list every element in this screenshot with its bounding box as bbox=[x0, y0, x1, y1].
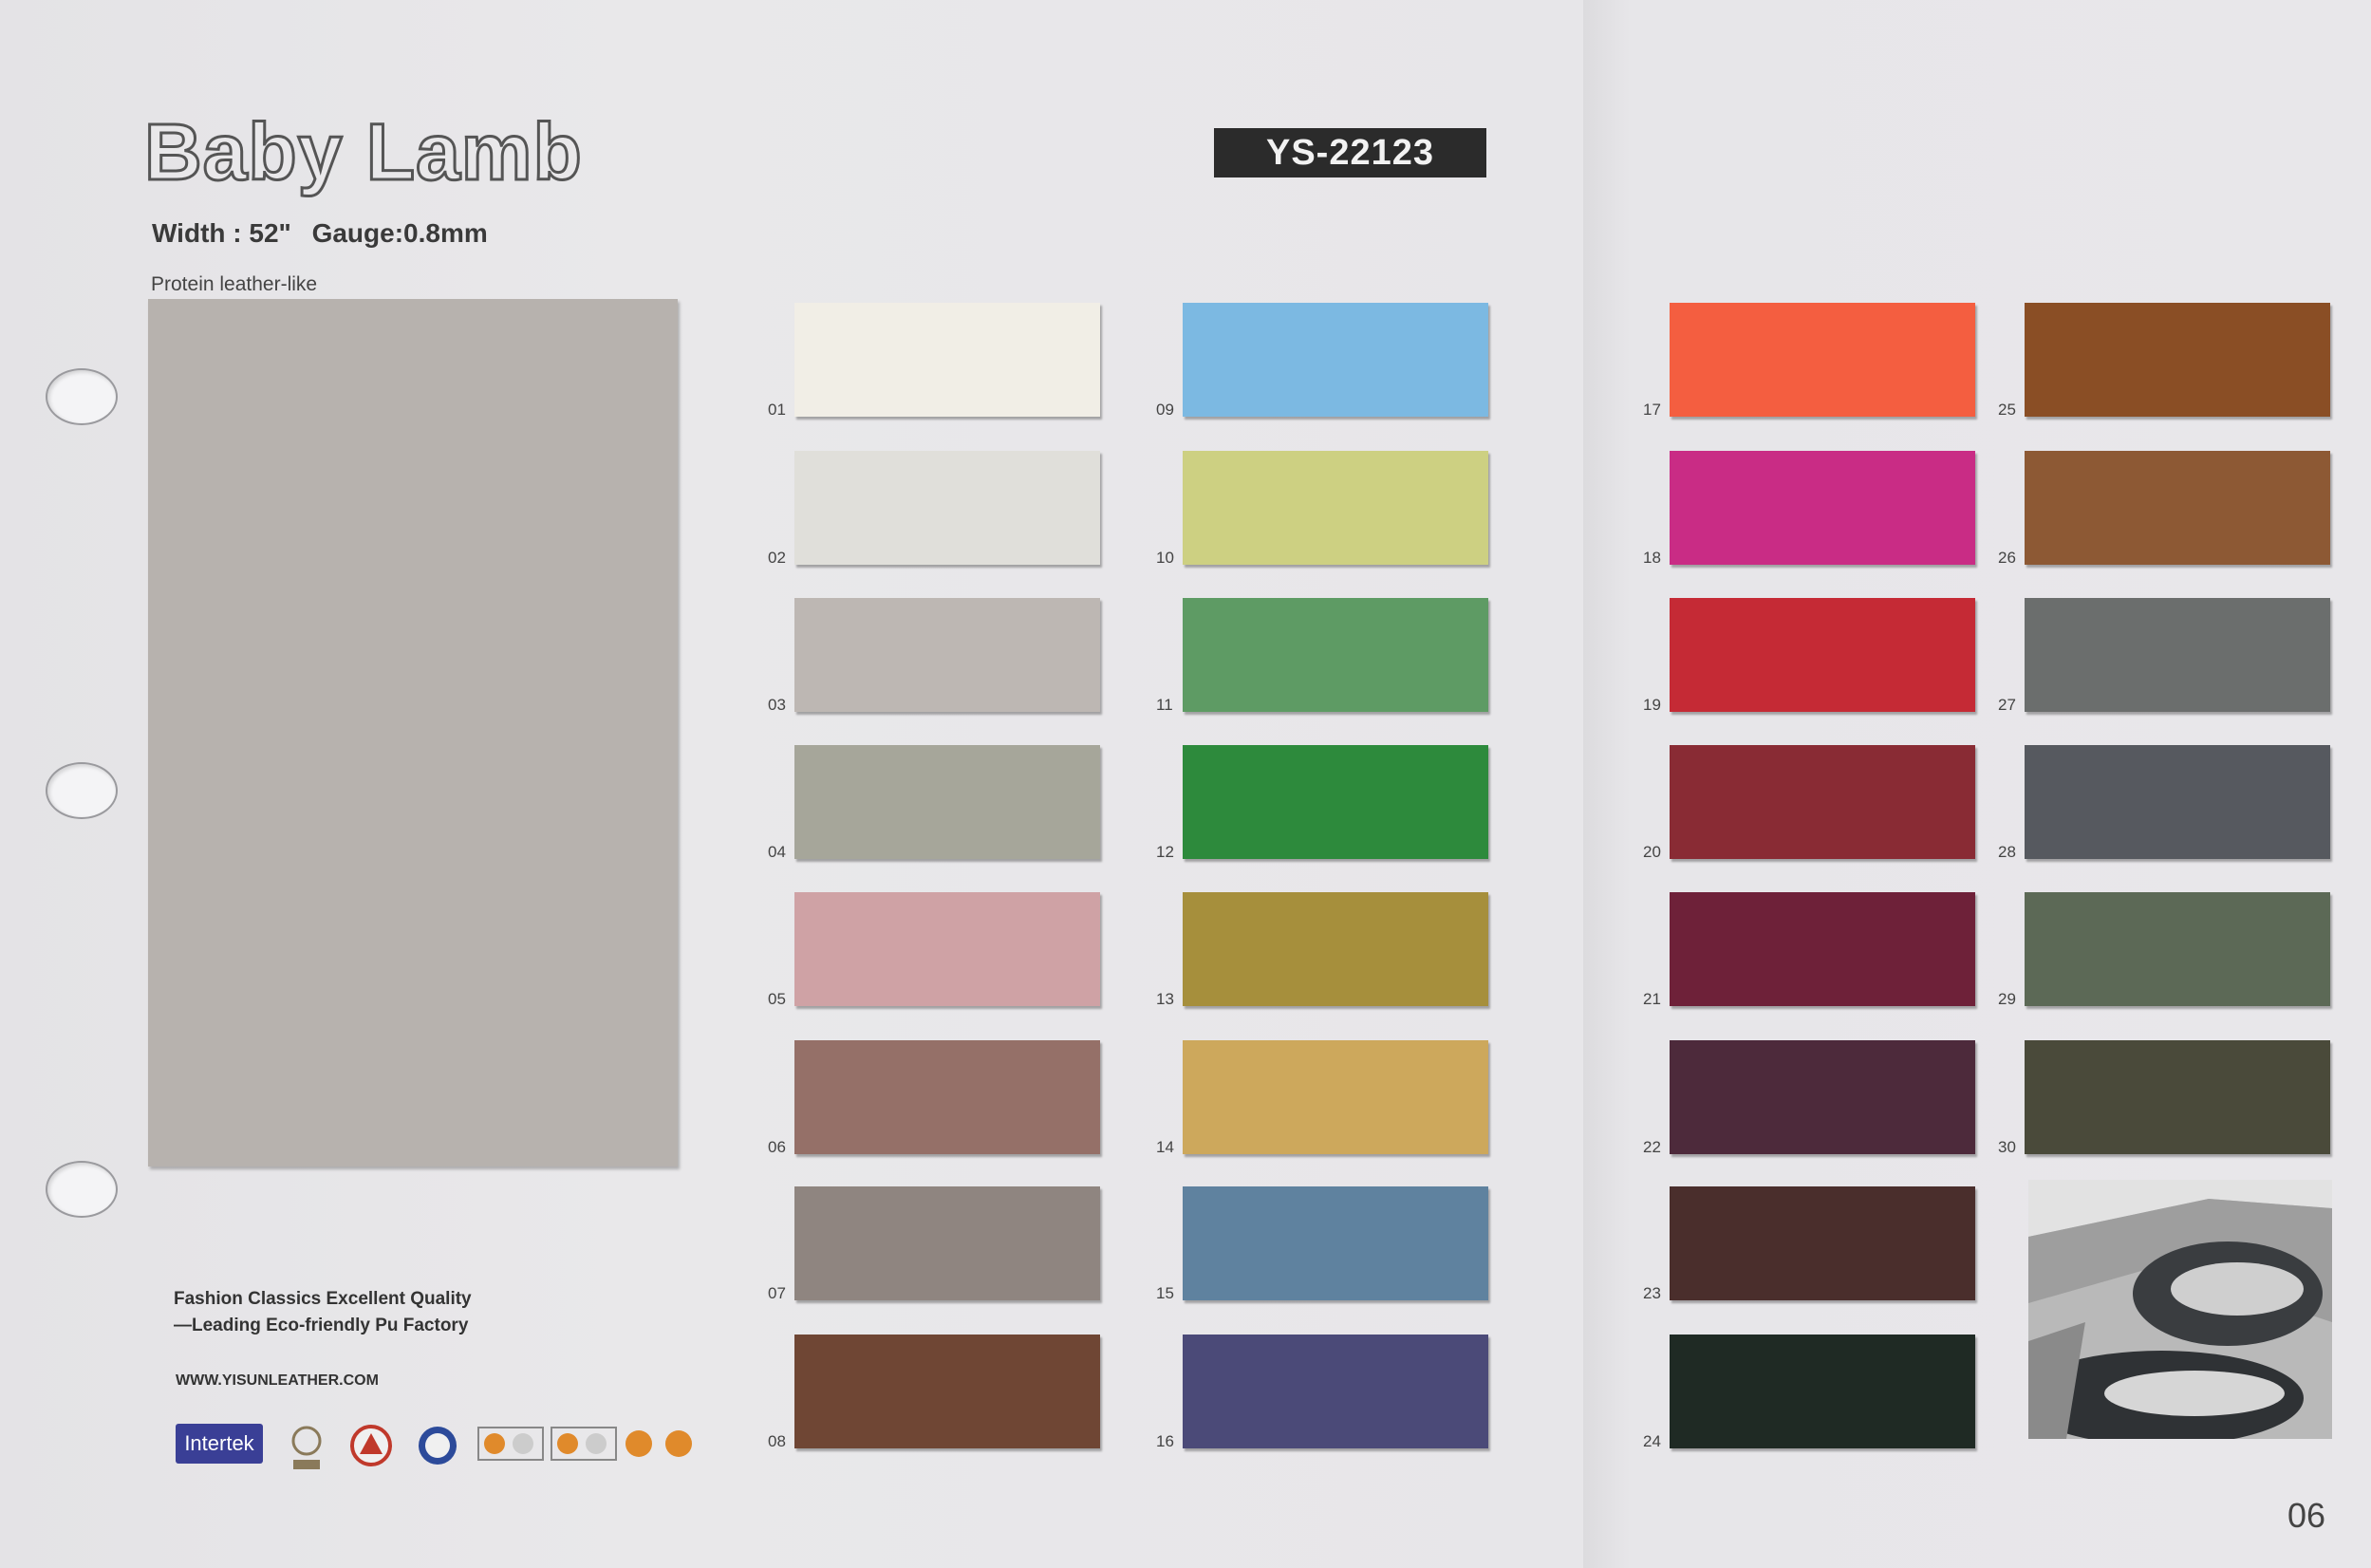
swatch-number: 02 bbox=[768, 549, 786, 567]
swatch-number: 15 bbox=[1156, 1284, 1174, 1302]
color-swatch bbox=[2025, 451, 2330, 565]
color-swatch bbox=[1670, 745, 1975, 859]
spec-line: Width : 52" Gauge:0.8mm bbox=[152, 218, 501, 249]
color-swatch bbox=[1670, 451, 1975, 565]
swatch-number: 22 bbox=[1643, 1138, 1661, 1156]
binder-hole bbox=[46, 762, 118, 819]
color-swatch bbox=[2025, 303, 2330, 417]
color-swatch bbox=[1183, 303, 1488, 417]
swatch-number: 17 bbox=[1643, 401, 1661, 419]
color-swatch bbox=[794, 1040, 1100, 1154]
spec-width: Width : 52" bbox=[152, 218, 291, 248]
intertek-logo: Intertek bbox=[176, 1424, 263, 1464]
swatch-number: 01 bbox=[768, 401, 786, 419]
swatch-number: 25 bbox=[1998, 401, 2016, 419]
tagline-line-1: Fashion Classics Excellent Quality bbox=[174, 1289, 472, 1309]
color-swatch bbox=[1670, 303, 1975, 417]
spec-gauge: Gauge:0.8mm bbox=[311, 218, 488, 248]
certification-seal-icon bbox=[349, 1424, 393, 1467]
swatch-number: 24 bbox=[1643, 1432, 1661, 1450]
swatch-number: 07 bbox=[768, 1284, 786, 1302]
main-sample-swatch bbox=[148, 299, 678, 1167]
swatch-number: 08 bbox=[768, 1432, 786, 1450]
shoe-photo bbox=[2028, 1180, 2332, 1439]
color-swatch bbox=[794, 1186, 1100, 1300]
color-swatch bbox=[1670, 1335, 1975, 1448]
color-swatch bbox=[794, 451, 1100, 565]
swatch-number: 21 bbox=[1643, 990, 1661, 1008]
color-swatch bbox=[1670, 1040, 1975, 1154]
color-swatch bbox=[1183, 1040, 1488, 1154]
color-swatch bbox=[794, 303, 1100, 417]
product-subtitle: Protein leather-like bbox=[151, 273, 318, 295]
binder-hole bbox=[46, 1161, 118, 1218]
swatch-number: 14 bbox=[1156, 1138, 1174, 1156]
swatch-number: 18 bbox=[1643, 549, 1661, 567]
color-swatch bbox=[1670, 598, 1975, 712]
swatch-number: 03 bbox=[768, 696, 786, 714]
color-swatch bbox=[794, 745, 1100, 859]
page-number: 06 bbox=[2287, 1496, 2326, 1535]
swatch-number: 28 bbox=[1998, 843, 2016, 861]
swatch-number: 10 bbox=[1156, 549, 1174, 567]
swatch-number: 09 bbox=[1156, 401, 1174, 419]
swatch-number: 16 bbox=[1156, 1432, 1174, 1450]
color-swatch bbox=[794, 598, 1100, 712]
website-url: WWW.YISUNLEATHER.COM bbox=[176, 1372, 379, 1389]
swatch-number: 30 bbox=[1998, 1138, 2016, 1156]
swatch-number: 11 bbox=[1156, 696, 1173, 714]
color-swatch bbox=[2025, 892, 2330, 1006]
color-swatch bbox=[1670, 892, 1975, 1006]
swatch-number: 27 bbox=[1998, 696, 2016, 714]
binder-hole bbox=[46, 368, 118, 425]
tagline: Fashion Classics Excellent Quality —Lead… bbox=[174, 1286, 472, 1339]
color-swatch bbox=[1183, 598, 1488, 712]
color-swatch bbox=[1183, 1186, 1488, 1300]
swatch-number: 06 bbox=[768, 1138, 786, 1156]
tuv-logo bbox=[416, 1424, 459, 1467]
bureau-veritas-logo bbox=[288, 1424, 326, 1473]
swatch-number: 29 bbox=[1998, 990, 2016, 1008]
swatch-number: 19 bbox=[1643, 696, 1661, 714]
color-swatch bbox=[1183, 892, 1488, 1006]
color-swatch bbox=[1183, 1335, 1488, 1448]
color-swatch bbox=[2025, 745, 2330, 859]
color-swatch bbox=[1670, 1186, 1975, 1300]
test-report-badges bbox=[477, 1424, 696, 1464]
color-swatch bbox=[2025, 598, 2330, 712]
tagline-line-2: —Leading Eco-friendly Pu Factory bbox=[174, 1316, 469, 1335]
color-swatch bbox=[2025, 1040, 2330, 1154]
swatch-number: 04 bbox=[768, 843, 786, 861]
color-swatch bbox=[794, 1335, 1100, 1448]
color-swatch bbox=[1183, 745, 1488, 859]
swatch-number: 05 bbox=[768, 990, 786, 1008]
swatch-number: 20 bbox=[1643, 843, 1661, 861]
swatch-number: 12 bbox=[1156, 843, 1174, 861]
product-title: Baby Lamb bbox=[143, 107, 584, 196]
swatch-number: 13 bbox=[1156, 990, 1174, 1008]
color-swatch bbox=[1183, 451, 1488, 565]
swatch-number: 26 bbox=[1998, 549, 2016, 567]
swatch-number: 23 bbox=[1643, 1284, 1661, 1302]
product-code: YS-22123 bbox=[1214, 128, 1486, 177]
color-swatch bbox=[794, 892, 1100, 1006]
